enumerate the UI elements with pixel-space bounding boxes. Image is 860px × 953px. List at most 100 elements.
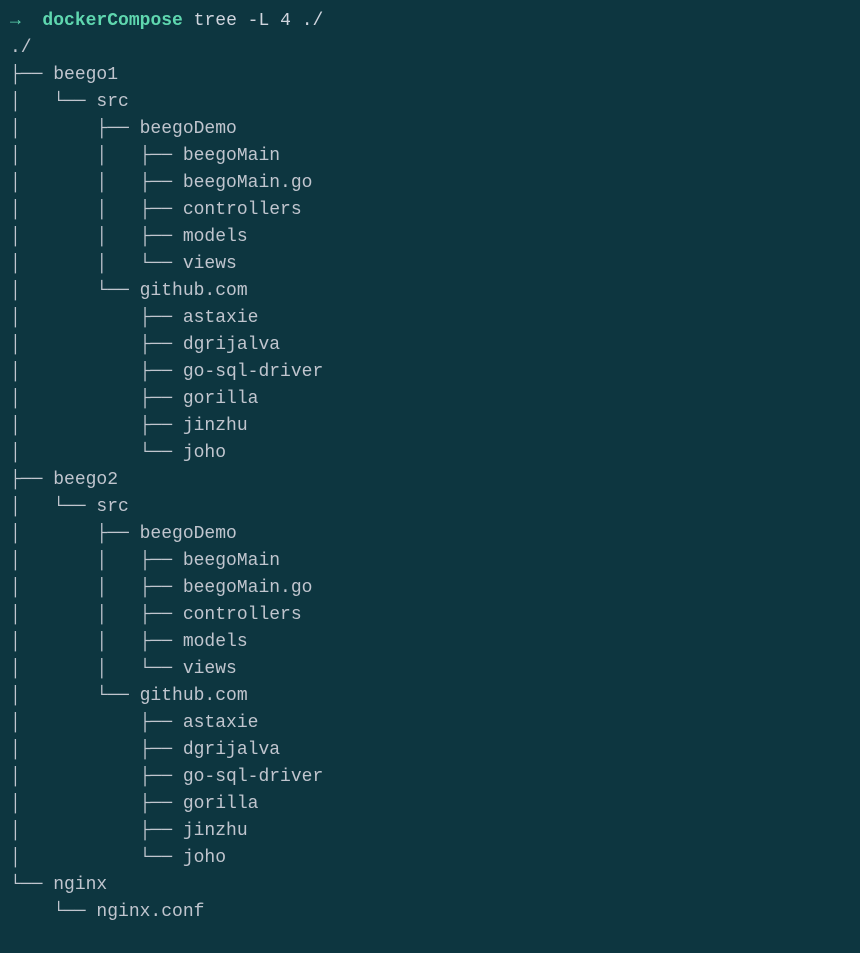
tree-listing: ├── beego1 │ └── src │ ├── beegoDemo │ │… xyxy=(10,62,850,926)
tree-branch-prefix: │ ├── xyxy=(10,308,183,328)
tree-node-name: go-sql-driver xyxy=(183,362,323,382)
tree-node-name: joho xyxy=(183,443,226,463)
tree-branch-prefix: │ └── xyxy=(10,497,96,517)
tree-branch-prefix: │ ├── xyxy=(10,821,183,841)
tree-row: │ ├── dgrijalva xyxy=(10,740,280,760)
tree-branch-prefix: │ ├── xyxy=(10,713,183,733)
tree-row: │ ├── beegoDemo xyxy=(10,524,237,544)
tree-row: │ ├── jinzhu xyxy=(10,416,248,436)
tree-branch-prefix: │ │ ├── xyxy=(10,605,183,625)
tree-row: ├── beego1 xyxy=(10,65,118,85)
tree-node-name: astaxie xyxy=(183,713,259,733)
tree-node-name: nginx xyxy=(53,875,107,895)
tree-row: │ │ ├── beegoMain xyxy=(10,146,280,166)
tree-branch-prefix: │ │ └── xyxy=(10,254,183,274)
tree-row: │ │ ├── models xyxy=(10,227,248,247)
tree-node-name: github.com xyxy=(140,281,248,301)
tree-row: └── nginx xyxy=(10,875,107,895)
tree-branch-prefix: │ └── xyxy=(10,443,183,463)
tree-row: │ │ ├── beegoMain xyxy=(10,551,280,571)
tree-branch-prefix: │ └── xyxy=(10,92,96,112)
tree-branch-prefix: │ │ ├── xyxy=(10,551,183,571)
tree-row: │ ├── beegoDemo xyxy=(10,119,237,139)
tree-root: ./ xyxy=(10,38,32,58)
tree-row: │ ├── jinzhu xyxy=(10,821,248,841)
tree-branch-prefix: └── xyxy=(10,875,53,895)
tree-node-name: dgrijalva xyxy=(183,335,280,355)
tree-row: │ ├── go-sql-driver xyxy=(10,767,323,787)
tree-node-name: models xyxy=(183,632,248,652)
command-text: tree -L 4 ./ xyxy=(194,11,324,31)
tree-node-name: beego1 xyxy=(53,65,118,85)
tree-node-name: views xyxy=(183,254,237,274)
tree-branch-prefix: ├── xyxy=(10,65,53,85)
tree-node-name: joho xyxy=(183,848,226,868)
tree-node-name: beegoMain xyxy=(183,146,280,166)
tree-row: │ │ ├── controllers xyxy=(10,200,302,220)
tree-row: │ │ └── views xyxy=(10,254,237,274)
tree-node-name: src xyxy=(96,497,128,517)
tree-row: │ │ ├── models xyxy=(10,632,248,652)
tree-node-name: go-sql-driver xyxy=(183,767,323,787)
tree-row: │ ├── astaxie xyxy=(10,713,258,733)
tree-node-name: dgrijalva xyxy=(183,740,280,760)
tree-branch-prefix: │ ├── xyxy=(10,416,183,436)
tree-node-name: jinzhu xyxy=(183,416,248,436)
tree-branch-prefix: │ ├── xyxy=(10,794,183,814)
prompt-arrow-icon: → xyxy=(10,11,21,31)
tree-branch-prefix: │ └── xyxy=(10,686,140,706)
tree-node-name: beegoDemo xyxy=(140,119,237,139)
tree-row: └── nginx.conf xyxy=(10,902,204,922)
tree-row: │ └── joho xyxy=(10,443,226,463)
tree-branch-prefix: │ │ ├── xyxy=(10,173,183,193)
tree-branch-prefix: │ │ └── xyxy=(10,659,183,679)
tree-node-name: gorilla xyxy=(183,794,259,814)
tree-node-name: controllers xyxy=(183,200,302,220)
tree-node-name: beegoMain.go xyxy=(183,578,313,598)
tree-node-name: models xyxy=(183,227,248,247)
tree-node-name: github.com xyxy=(140,686,248,706)
tree-branch-prefix: ├── xyxy=(10,470,53,490)
tree-branch-prefix: │ │ ├── xyxy=(10,632,183,652)
tree-branch-prefix: │ └── xyxy=(10,848,183,868)
tree-row: ├── beego2 xyxy=(10,470,118,490)
prompt-line: → dockerCompose tree -L 4 ./ xyxy=(10,11,323,31)
tree-node-name: views xyxy=(183,659,237,679)
tree-node-name: src xyxy=(96,92,128,112)
tree-branch-prefix: │ │ ├── xyxy=(10,146,183,166)
tree-node-name: jinzhu xyxy=(183,821,248,841)
tree-branch-prefix: │ ├── xyxy=(10,740,183,760)
tree-node-name: gorilla xyxy=(183,389,259,409)
tree-row: │ └── github.com xyxy=(10,686,248,706)
tree-node-name: beegoDemo xyxy=(140,524,237,544)
tree-node-name: controllers xyxy=(183,605,302,625)
tree-row: │ └── joho xyxy=(10,848,226,868)
tree-node-name: astaxie xyxy=(183,308,259,328)
tree-branch-prefix: │ ├── xyxy=(10,389,183,409)
tree-branch-prefix: │ └── xyxy=(10,281,140,301)
tree-branch-prefix: │ │ ├── xyxy=(10,578,183,598)
tree-branch-prefix: │ ├── xyxy=(10,119,140,139)
tree-branch-prefix: │ ├── xyxy=(10,335,183,355)
tree-branch-prefix: │ │ ├── xyxy=(10,200,183,220)
tree-branch-prefix: └── xyxy=(10,902,96,922)
prompt-directory: dockerCompose xyxy=(42,11,182,31)
tree-row: │ ├── dgrijalva xyxy=(10,335,280,355)
tree-row: │ ├── gorilla xyxy=(10,389,258,409)
tree-row: │ │ ├── beegoMain.go xyxy=(10,173,312,193)
tree-node-name: beegoMain xyxy=(183,551,280,571)
terminal-output: → dockerCompose tree -L 4 ./ ./ ├── beeg… xyxy=(10,8,850,926)
tree-node-name: beegoMain.go xyxy=(183,173,313,193)
tree-branch-prefix: │ ├── xyxy=(10,362,183,382)
tree-branch-prefix: │ ├── xyxy=(10,524,140,544)
tree-row: │ │ ├── beegoMain.go xyxy=(10,578,312,598)
tree-row: │ └── src xyxy=(10,497,129,517)
tree-row: │ ├── astaxie xyxy=(10,308,258,328)
tree-row: │ ├── gorilla xyxy=(10,794,258,814)
tree-branch-prefix: │ ├── xyxy=(10,767,183,787)
tree-row: │ │ └── views xyxy=(10,659,237,679)
tree-node-name: beego2 xyxy=(53,470,118,490)
tree-row: │ └── src xyxy=(10,92,129,112)
tree-row: │ └── github.com xyxy=(10,281,248,301)
tree-row: │ ├── go-sql-driver xyxy=(10,362,323,382)
